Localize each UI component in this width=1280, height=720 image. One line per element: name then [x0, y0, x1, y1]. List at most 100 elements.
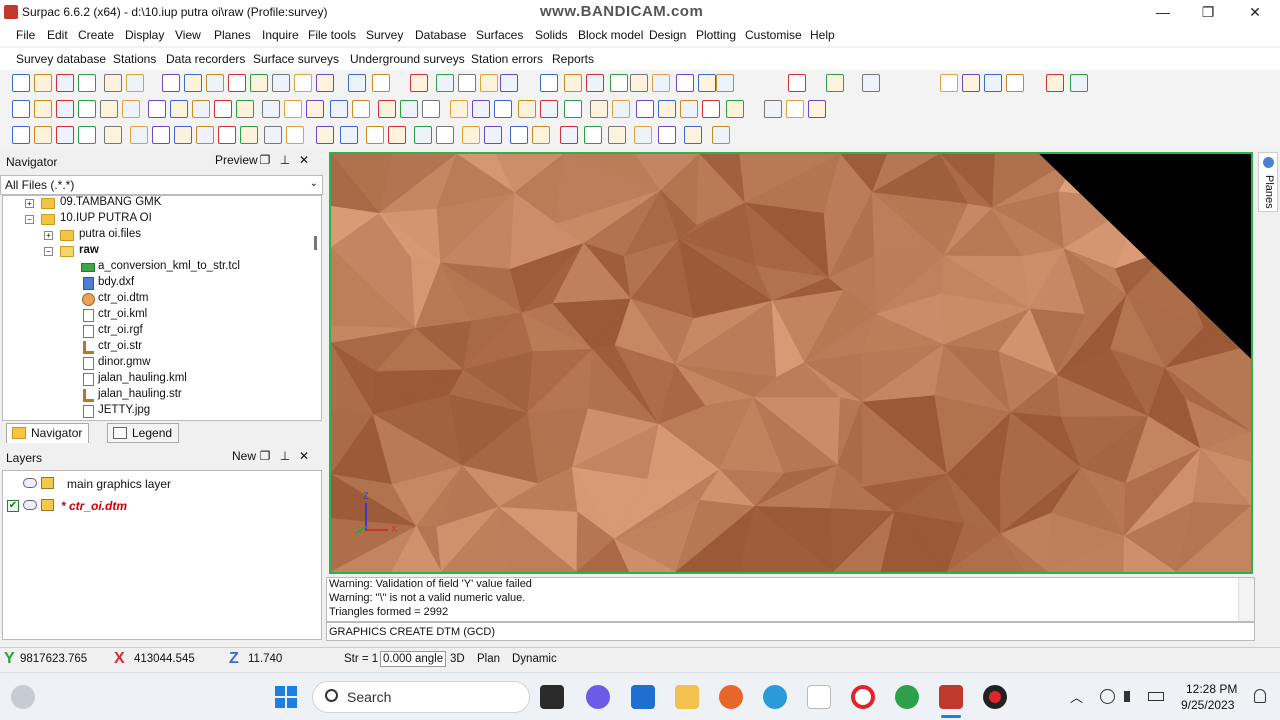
tree-item[interactable]: a_conversion_kml_to_str.tcl: [3, 260, 313, 276]
row3-tool-18-icon[interactable]: [414, 126, 432, 144]
row2-tool-18-icon[interactable]: [400, 100, 418, 118]
row1-tool-37-icon[interactable]: [1006, 74, 1024, 92]
row2-tool-20-icon[interactable]: [450, 100, 468, 118]
row2-tool-7-icon[interactable]: [148, 100, 166, 118]
graphics-viewport[interactable]: Z X: [329, 152, 1253, 574]
tree-item[interactable]: bdy.dxf: [3, 276, 313, 292]
menu-display[interactable]: Display: [125, 28, 164, 42]
close-button[interactable]: ✕: [1235, 2, 1275, 22]
row2-tool-4-icon[interactable]: [78, 100, 96, 118]
edge-icon[interactable]: [763, 685, 787, 709]
close-panel-icon[interactable]: ✕: [297, 153, 311, 167]
row3-tool-22-icon[interactable]: [510, 126, 528, 144]
menu-reports[interactable]: Reports: [552, 52, 594, 66]
row3-tool-10-icon[interactable]: [218, 126, 236, 144]
menu-surfaces[interactable]: Surfaces: [476, 28, 523, 42]
row1-tool-13-icon[interactable]: [294, 74, 312, 92]
opera-icon[interactable]: [851, 685, 875, 709]
command-line-input[interactable]: GRAPHICS CREATE DTM (GCD): [326, 622, 1255, 641]
tree-item[interactable]: jalan_hauling.kml: [3, 372, 313, 388]
row1-tool-18-icon[interactable]: [436, 74, 454, 92]
row1-tool-22-icon[interactable]: [540, 74, 558, 92]
row1-tool-8-icon[interactable]: [184, 74, 202, 92]
row3-tool-6-icon[interactable]: [130, 126, 148, 144]
row2-tool-9-icon[interactable]: [192, 100, 210, 118]
eye-icon[interactable]: [23, 478, 37, 488]
battery-icon[interactable]: [1148, 692, 1164, 701]
menu-solids[interactable]: Solids: [535, 28, 568, 42]
row3-tool-16-icon[interactable]: [366, 126, 384, 144]
row3-tool-7-icon[interactable]: [152, 126, 170, 144]
tree-item[interactable]: + 09.TAMBANG GMK: [3, 196, 313, 212]
expander-icon[interactable]: −: [25, 215, 34, 224]
tab-legend[interactable]: Legend: [107, 423, 180, 443]
menu-stations[interactable]: Stations: [113, 52, 156, 66]
row1-tool-4-icon[interactable]: [78, 74, 96, 92]
row1-tool-32-icon[interactable]: [826, 74, 844, 92]
angle-field[interactable]: 0.000 angle: [380, 651, 447, 667]
row1-tool-33-icon[interactable]: [862, 74, 880, 92]
row2-tool-28-icon[interactable]: [636, 100, 654, 118]
row1-tool-1-icon[interactable]: [12, 74, 30, 92]
row2-tool-22-icon[interactable]: [494, 100, 512, 118]
expander-icon[interactable]: −: [44, 247, 53, 256]
pin-panel-icon[interactable]: ⊥: [278, 153, 292, 167]
widgets-icon[interactable]: [11, 685, 35, 709]
row3-tool-19-icon[interactable]: [436, 126, 454, 144]
row1-tool-34-icon[interactable]: [940, 74, 958, 92]
layer-item-active[interactable]: ✔ * ctr_oi.dtm: [3, 496, 321, 516]
task-view-icon[interactable]: [540, 685, 564, 709]
row3-tool-24-icon[interactable]: [560, 126, 578, 144]
row2-tool-25-icon[interactable]: [564, 100, 582, 118]
row2-tool-24-icon[interactable]: [540, 100, 558, 118]
row3-tool-9-icon[interactable]: [196, 126, 214, 144]
expander-icon[interactable]: +: [44, 231, 53, 240]
menu-station-errors[interactable]: Station errors: [471, 52, 543, 66]
row3-tool-1-icon[interactable]: [12, 126, 30, 144]
clock-date[interactable]: 9/25/2023: [1181, 698, 1234, 712]
row1-tool-20-icon[interactable]: [480, 74, 498, 92]
menu-data-recorders[interactable]: Data recorders: [166, 52, 245, 66]
tree-item[interactable]: dinor.gmw: [3, 356, 313, 372]
row1-tool-26-icon[interactable]: [630, 74, 648, 92]
row3-tool-27-icon[interactable]: [634, 126, 652, 144]
row2-tool-32-icon[interactable]: [726, 100, 744, 118]
preview-button[interactable]: Preview: [215, 153, 258, 167]
row1-tool-19-icon[interactable]: [458, 74, 476, 92]
mode-3d-toggle[interactable]: 3D: [450, 653, 465, 665]
row2-tool-10-icon[interactable]: [214, 100, 232, 118]
tree-item[interactable]: JETTY.jpg: [3, 404, 313, 420]
row2-tool-12-icon[interactable]: [262, 100, 280, 118]
menu-underground-surveys[interactable]: Underground surveys: [350, 52, 465, 66]
row2-tool-21-icon[interactable]: [472, 100, 490, 118]
menu-surface-surveys[interactable]: Surface surveys: [253, 52, 339, 66]
notifications-icon[interactable]: [1254, 689, 1266, 703]
row2-tool-1-icon[interactable]: [12, 100, 30, 118]
teams-chat-icon[interactable]: [586, 685, 610, 709]
row1-tool-12-icon[interactable]: [272, 74, 290, 92]
row1-tool-23-icon[interactable]: [564, 74, 582, 92]
lock-icon[interactable]: [41, 499, 54, 511]
firefox-icon[interactable]: [719, 685, 743, 709]
row3-tool-11-icon[interactable]: [240, 126, 258, 144]
row2-tool-13-icon[interactable]: [284, 100, 302, 118]
row3-tool-14-icon[interactable]: [316, 126, 334, 144]
row3-tool-23-icon[interactable]: [532, 126, 550, 144]
tree-item[interactable]: + putra oi.files: [3, 228, 313, 244]
file-explorer-icon[interactable]: [675, 685, 699, 709]
menu-help[interactable]: Help: [810, 28, 835, 42]
layer-item[interactable]: main graphics layer: [3, 474, 321, 494]
row1-tool-39-icon[interactable]: [1070, 74, 1088, 92]
tray-overflow-icon[interactable]: ︿: [1070, 687, 1083, 706]
file-filter-dropdown[interactable]: All Files (.*.*) ⌄: [0, 175, 323, 195]
expander-icon[interactable]: +: [25, 199, 34, 208]
row2-tool-2-icon[interactable]: [34, 100, 52, 118]
menu-database[interactable]: Database: [415, 28, 466, 42]
lock-icon[interactable]: [41, 477, 54, 489]
row1-tool-36-icon[interactable]: [984, 74, 1002, 92]
row2-tool-15-icon[interactable]: [330, 100, 348, 118]
planes-side-tab[interactable]: Planes: [1258, 152, 1278, 212]
row2-tool-6-icon[interactable]: [122, 100, 140, 118]
row3-tool-21-icon[interactable]: [484, 126, 502, 144]
app-globe-icon[interactable]: [895, 685, 919, 709]
